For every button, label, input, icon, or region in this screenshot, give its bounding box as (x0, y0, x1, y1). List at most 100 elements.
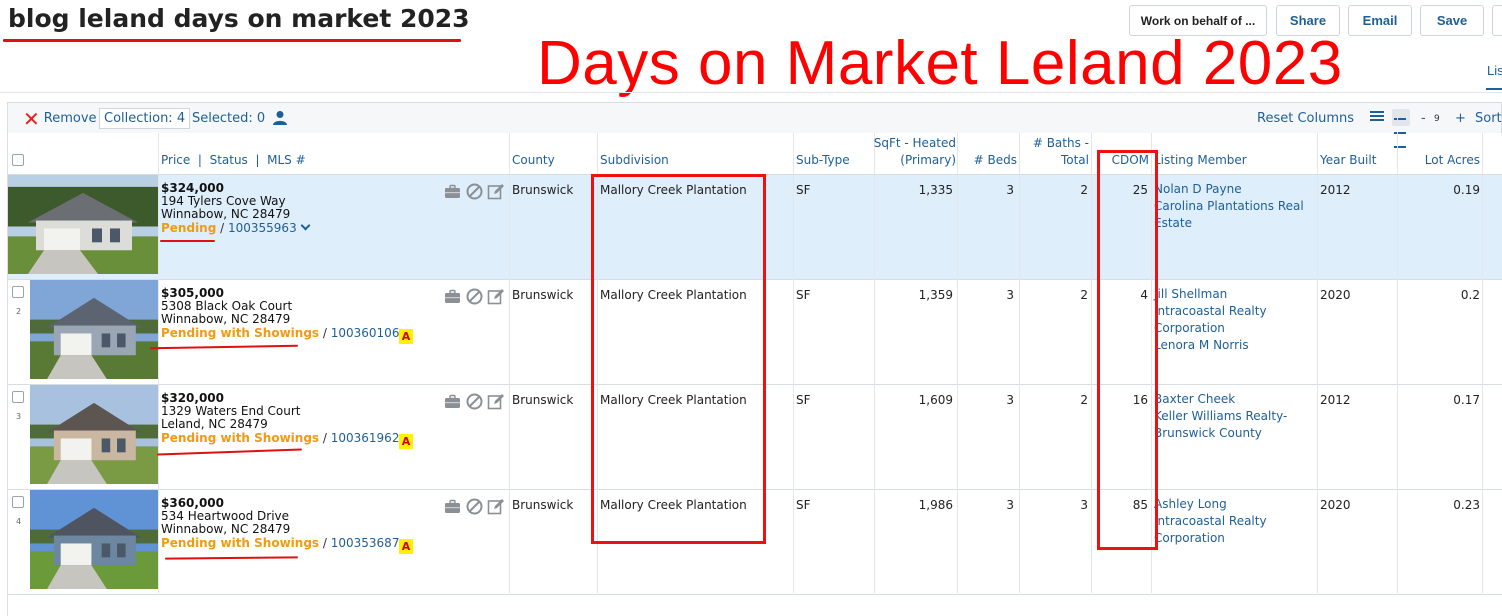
listing-price: $305,000 (161, 286, 225, 300)
subtype-cell: SF (796, 183, 811, 197)
col-header-price-status-mls[interactable]: Price | Status | MLS # (161, 152, 306, 169)
listing-city: Winnabow, NC 28479 (161, 207, 291, 221)
mls-number-link[interactable]: 100353687 (331, 536, 400, 550)
email-button[interactable]: Email (1348, 5, 1412, 36)
col-header-listing-member[interactable]: Listing Member (1154, 152, 1247, 169)
row-checkbox[interactable] (12, 496, 24, 508)
table-row[interactable]: 3 $320,000 1329 Waters End Court Leland, NC… (8, 385, 1502, 490)
col-header-lot-acres[interactable]: Lot Acres (1425, 152, 1480, 169)
briefcase-icon[interactable] (444, 393, 461, 410)
tab-active-indicator (1486, 88, 1502, 90)
agent-badge: A (399, 539, 413, 554)
row-checkbox[interactable] (12, 286, 24, 298)
mls-number-link[interactable]: 100355963 (228, 221, 297, 235)
listing-photo[interactable] (30, 490, 158, 589)
no-icon[interactable] (466, 498, 483, 515)
columns-count: 9 (1434, 113, 1440, 124)
edit-icon[interactable] (487, 183, 504, 200)
more-button[interactable] (1492, 5, 1502, 36)
remove-button[interactable]: ✕ Remove (23, 103, 97, 134)
select-all-checkbox[interactable] (12, 154, 24, 166)
listing-photo[interactable] (8, 175, 158, 274)
cdom-cell: 25 (1132, 183, 1148, 197)
no-icon[interactable] (466, 183, 483, 200)
listing-member-cell[interactable]: Jill Shellman Intracoastal Realty Corporat… (1154, 286, 1267, 354)
mls-number-link[interactable]: 100360106 (331, 326, 400, 340)
no-icon[interactable] (466, 393, 483, 410)
listing-member-cell[interactable]: Baxter Cheek Keller Williams Realty- Bruns… (1154, 391, 1287, 442)
share-button[interactable]: Share (1276, 5, 1340, 36)
reset-columns-button[interactable]: Reset Columns (1257, 103, 1354, 134)
person-icon[interactable] (272, 110, 288, 126)
sqft-cell: 1,359 (918, 288, 953, 302)
edit-icon[interactable] (487, 393, 504, 410)
col-header-baths[interactable]: # Baths - Total (1033, 135, 1089, 169)
listing-status: Pending with Showings (161, 431, 320, 445)
table-row[interactable]: 2 $305,000 5308 Black Oak Court Winnabow, N… (8, 280, 1502, 385)
lot-acres-cell: 0.17 (1453, 393, 1480, 407)
collection-button[interactable]: Collection: 4 (99, 108, 191, 129)
header-divider (0, 92, 1502, 93)
baths-cell: 2 (1080, 393, 1088, 407)
baths-cell: 2 (1080, 288, 1088, 302)
col-header-county[interactable]: County (512, 152, 555, 169)
col-header-year-built[interactable]: Year Built (1320, 152, 1376, 169)
caption-annotation: Days on Market Leland 2023 (537, 29, 1343, 98)
chevron-down-icon[interactable] (300, 220, 311, 231)
edit-icon[interactable] (487, 288, 504, 305)
listing-member-line: Nolan D Payne (1154, 182, 1242, 196)
row-number: 2 (16, 307, 22, 316)
row-number: 4 (16, 517, 22, 526)
year-built-cell: 2020 (1320, 288, 1351, 302)
listing-member-line: Estate (1154, 216, 1192, 230)
listing-member-cell[interactable]: Nolan D Payne Carolina Plantations Real Es… (1154, 181, 1304, 232)
beds-cell: 3 (1006, 393, 1014, 407)
listing-city: Winnabow, NC 28479 (161, 312, 291, 326)
row-checkbox[interactable] (12, 391, 24, 403)
listing-member-line: Baxter Cheek (1154, 392, 1236, 406)
col-header-beds[interactable]: # Beds (974, 152, 1017, 169)
listing-member-line: Intracoastal Realty (1154, 514, 1267, 528)
mls-number-link[interactable]: 100361962 (331, 431, 400, 445)
listing-status-line: Pending with Showings / 100361962 (161, 430, 413, 445)
county-cell: Brunswick (512, 288, 574, 302)
briefcase-icon[interactable] (444, 498, 461, 515)
listing-photo[interactable] (30, 385, 158, 484)
columns-plus-button[interactable]: + (1455, 103, 1466, 134)
subdivision-cell: Mallory Creek Plantation (600, 183, 747, 197)
lot-acres-cell: 0.19 (1453, 183, 1480, 197)
col-header-sqft[interactable]: SqFt - Heated (Primary) (874, 135, 956, 169)
col-header-cdom[interactable]: CDOM (1112, 152, 1149, 169)
list-view-icon[interactable] (1370, 111, 1384, 124)
briefcase-icon[interactable] (444, 288, 461, 305)
listing-member-cell[interactable]: Ashley Long Intracoastal Realty Corporatio… (1154, 496, 1267, 547)
sort-button[interactable]: Sort (1475, 103, 1502, 134)
tab-listings[interactable]: Lis (1487, 63, 1502, 78)
grid-header: Price | Status | MLS # County Subdivisio… (8, 133, 1502, 175)
col-header-subtype[interactable]: Sub-Type (796, 152, 850, 169)
table-row[interactable]: 1$324,000194 Tylers Cove WayWinnabow, NC… (8, 175, 1502, 280)
listing-price: $324,000 (161, 181, 225, 195)
grid-view-icon[interactable] (1392, 109, 1410, 148)
work-on-behalf-button[interactable]: Work on behalf of ... (1129, 5, 1267, 36)
beds-cell: 3 (1006, 498, 1014, 512)
sqft-cell: 1,609 (918, 393, 953, 407)
save-button[interactable]: Save (1420, 5, 1484, 36)
col-header-subdivision[interactable]: Subdivision (600, 152, 669, 169)
baths-cell: 2 (1080, 183, 1088, 197)
subdivision-cell: Mallory Creek Plantation (600, 498, 747, 512)
listing-member-line: Keller Williams Realty- (1154, 409, 1288, 423)
listing-photo[interactable] (30, 280, 158, 379)
listing-city: Winnabow, NC 28479 (161, 522, 291, 536)
table-row[interactable]: 4 $360,000 534 Heartwood Drive Winnabow, NC… (8, 490, 1502, 595)
row-number: 3 (16, 412, 22, 421)
agent-badge: A (399, 329, 413, 344)
listing-member-line: Corporation (1154, 531, 1225, 545)
briefcase-icon[interactable] (444, 183, 461, 200)
no-icon[interactable] (466, 288, 483, 305)
listing-member-line: Brunswick County (1154, 426, 1262, 440)
year-built-cell: 2012 (1320, 183, 1351, 197)
edit-icon[interactable] (487, 498, 504, 515)
listing-price: $320,000 (161, 391, 225, 405)
columns-minus-button[interactable]: - (1421, 103, 1426, 134)
